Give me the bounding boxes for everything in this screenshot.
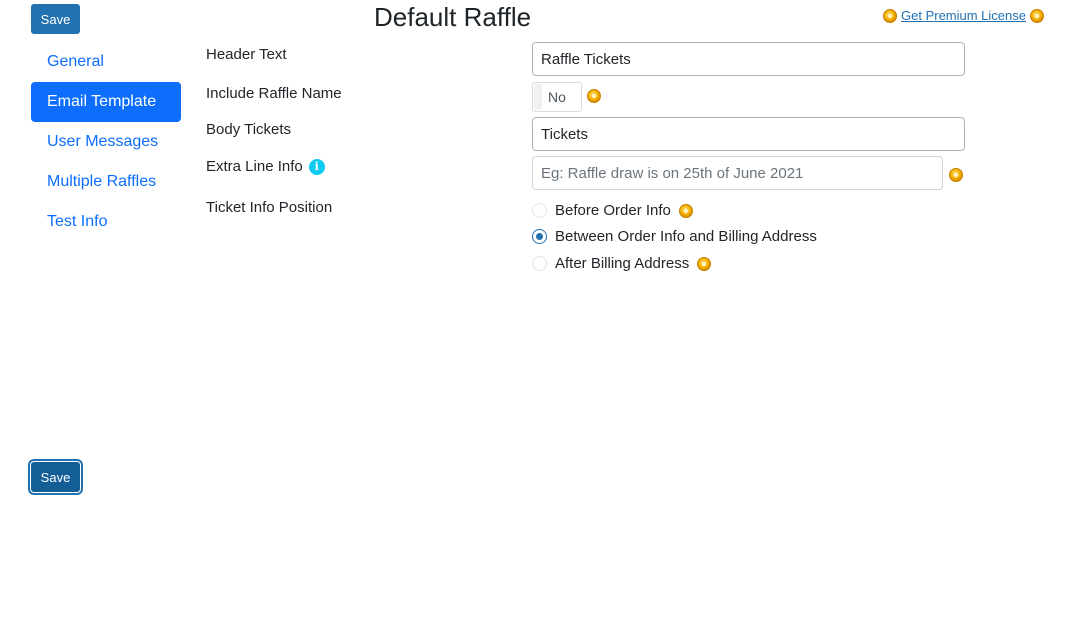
include-raffle-name-value: No: [548, 89, 566, 105]
premium-coin-icon: [678, 203, 693, 218]
body-tickets-label-text: Body Tickets: [206, 121, 292, 138]
ticket-info-position-label-text: Ticket Info Position: [206, 199, 333, 216]
premium-coin-icon: [883, 8, 897, 23]
radio-label: After Billing Address: [555, 255, 690, 272]
radio-label: Between Order Info and Billing Address: [555, 228, 817, 245]
extra-line-info-label-text: Extra Line Info: [206, 158, 303, 175]
save-button-bottom[interactable]: Save: [31, 462, 80, 492]
include-raffle-name-toggle[interactable]: No: [532, 82, 582, 112]
header-text-input[interactable]: Raffle Tickets: [532, 42, 965, 76]
radio-before-order-info[interactable]: Before Order Info: [532, 202, 693, 219]
body-tickets-input[interactable]: Tickets: [532, 117, 965, 151]
radio-between-order-info-and-billing-address[interactable]: Between Order Info and Billing Address: [532, 228, 817, 245]
get-premium-license-link[interactable]: Get Premium License: [901, 8, 1026, 23]
radio-button[interactable]: [532, 203, 547, 218]
body-tickets-value: Tickets: [541, 125, 588, 143]
radio-button[interactable]: [532, 229, 547, 244]
nav-item-user-messages[interactable]: User Messages: [31, 122, 181, 162]
nav-item-test-info[interactable]: Test Info: [31, 202, 181, 242]
radio-button[interactable]: [532, 256, 547, 271]
radio-after-billing-address[interactable]: After Billing Address: [532, 255, 712, 272]
nav-item-email-template[interactable]: Email Template: [31, 82, 181, 122]
header-text-label: Header Text: [206, 46, 287, 63]
extra-line-info-label: Extra Line Info i: [206, 158, 325, 175]
include-raffle-name-label-text: Include Raffle Name: [206, 85, 342, 102]
page-title: Default Raffle: [374, 2, 532, 32]
header-text-value: Raffle Tickets: [541, 50, 631, 68]
extra-line-info-input[interactable]: Eg: Raffle draw is on 25th of June 2021: [532, 156, 943, 190]
nav-item-general[interactable]: General: [31, 42, 181, 82]
include-raffle-name-label: Include Raffle Name: [206, 85, 342, 102]
save-button-top[interactable]: Save: [31, 4, 80, 34]
header-text-label-text: Header Text: [206, 46, 287, 63]
premium-license-link-container: Get Premium License: [883, 8, 1044, 23]
page: Save Default Raffle Get Premium License …: [0, 0, 1076, 636]
settings-nav: General Email Template User Messages Mul…: [31, 42, 181, 242]
premium-coin-icon: [1030, 8, 1044, 23]
premium-coin-icon: [697, 256, 712, 271]
extra-line-info-placeholder: Eg: Raffle draw is on 25th of June 2021: [541, 164, 804, 182]
ticket-info-position-label: Ticket Info Position: [206, 199, 332, 216]
premium-coin-icon: [949, 168, 963, 182]
info-icon[interactable]: i: [308, 158, 325, 175]
nav-item-multiple-raffles[interactable]: Multiple Raffles: [31, 162, 181, 202]
body-tickets-label: Body Tickets: [206, 121, 291, 138]
radio-label: Before Order Info: [555, 202, 671, 219]
premium-coin-icon: [587, 89, 601, 103]
